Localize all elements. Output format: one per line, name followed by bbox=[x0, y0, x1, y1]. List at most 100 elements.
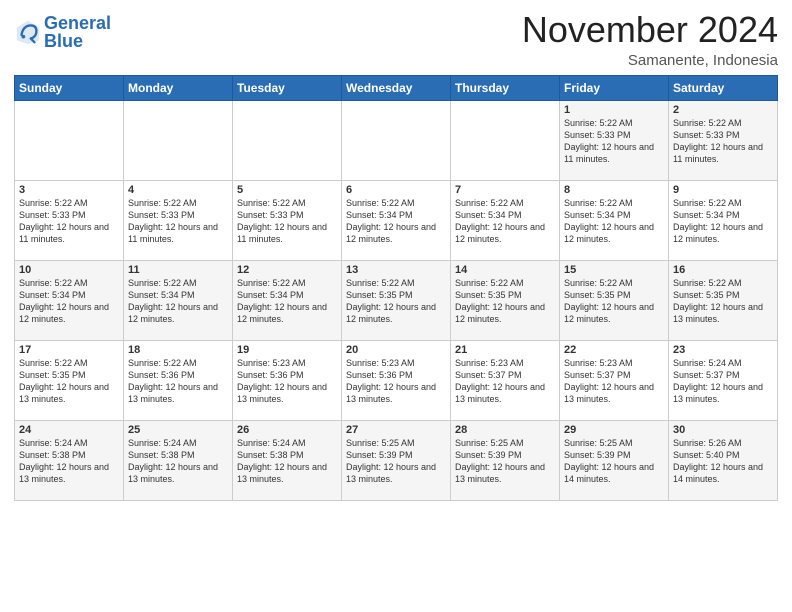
logo-icon bbox=[14, 18, 42, 46]
calendar-cell: 8Sunrise: 5:22 AM Sunset: 5:34 PM Daylig… bbox=[560, 180, 669, 260]
calendar-cell: 4Sunrise: 5:22 AM Sunset: 5:33 PM Daylig… bbox=[124, 180, 233, 260]
calendar-cell: 11Sunrise: 5:22 AM Sunset: 5:34 PM Dayli… bbox=[124, 260, 233, 340]
calendar-cell: 22Sunrise: 5:23 AM Sunset: 5:37 PM Dayli… bbox=[560, 340, 669, 420]
calendar-cell: 23Sunrise: 5:24 AM Sunset: 5:37 PM Dayli… bbox=[669, 340, 778, 420]
day-number: 1 bbox=[564, 104, 664, 116]
day-info: Sunrise: 5:22 AM Sunset: 5:35 PM Dayligh… bbox=[673, 277, 773, 326]
day-info: Sunrise: 5:22 AM Sunset: 5:33 PM Dayligh… bbox=[673, 117, 773, 166]
day-info: Sunrise: 5:24 AM Sunset: 5:37 PM Dayligh… bbox=[673, 357, 773, 406]
header-friday: Friday bbox=[560, 75, 669, 100]
calendar-cell: 12Sunrise: 5:22 AM Sunset: 5:34 PM Dayli… bbox=[233, 260, 342, 340]
calendar-week-0: 1Sunrise: 5:22 AM Sunset: 5:33 PM Daylig… bbox=[15, 100, 778, 180]
header-saturday: Saturday bbox=[669, 75, 778, 100]
day-number: 13 bbox=[346, 264, 446, 276]
calendar-cell: 13Sunrise: 5:22 AM Sunset: 5:35 PM Dayli… bbox=[342, 260, 451, 340]
calendar-cell bbox=[15, 100, 124, 180]
day-number: 4 bbox=[128, 184, 228, 196]
calendar-cell bbox=[124, 100, 233, 180]
header-sunday: Sunday bbox=[15, 75, 124, 100]
month-title: November 2024 bbox=[522, 10, 778, 50]
day-number: 8 bbox=[564, 184, 664, 196]
calendar-header-row: Sunday Monday Tuesday Wednesday Thursday… bbox=[15, 75, 778, 100]
calendar-cell: 18Sunrise: 5:22 AM Sunset: 5:36 PM Dayli… bbox=[124, 340, 233, 420]
calendar-cell bbox=[342, 100, 451, 180]
calendar: Sunday Monday Tuesday Wednesday Thursday… bbox=[14, 75, 778, 501]
day-number: 25 bbox=[128, 424, 228, 436]
day-info: Sunrise: 5:22 AM Sunset: 5:33 PM Dayligh… bbox=[237, 197, 337, 246]
day-number: 6 bbox=[346, 184, 446, 196]
title-block: November 2024 Samanente, Indonesia bbox=[522, 10, 778, 69]
day-number: 2 bbox=[673, 104, 773, 116]
calendar-cell: 28Sunrise: 5:25 AM Sunset: 5:39 PM Dayli… bbox=[451, 420, 560, 500]
header-wednesday: Wednesday bbox=[342, 75, 451, 100]
day-number: 10 bbox=[19, 264, 119, 276]
day-number: 11 bbox=[128, 264, 228, 276]
day-info: Sunrise: 5:22 AM Sunset: 5:33 PM Dayligh… bbox=[564, 117, 664, 166]
header-tuesday: Tuesday bbox=[233, 75, 342, 100]
header-monday: Monday bbox=[124, 75, 233, 100]
day-info: Sunrise: 5:22 AM Sunset: 5:35 PM Dayligh… bbox=[19, 357, 119, 406]
calendar-cell: 19Sunrise: 5:23 AM Sunset: 5:36 PM Dayli… bbox=[233, 340, 342, 420]
day-info: Sunrise: 5:23 AM Sunset: 5:36 PM Dayligh… bbox=[237, 357, 337, 406]
day-number: 26 bbox=[237, 424, 337, 436]
day-info: Sunrise: 5:22 AM Sunset: 5:34 PM Dayligh… bbox=[673, 197, 773, 246]
day-number: 22 bbox=[564, 344, 664, 356]
day-info: Sunrise: 5:25 AM Sunset: 5:39 PM Dayligh… bbox=[455, 437, 555, 486]
calendar-cell: 15Sunrise: 5:22 AM Sunset: 5:35 PM Dayli… bbox=[560, 260, 669, 340]
day-info: Sunrise: 5:24 AM Sunset: 5:38 PM Dayligh… bbox=[19, 437, 119, 486]
day-info: Sunrise: 5:22 AM Sunset: 5:33 PM Dayligh… bbox=[128, 197, 228, 246]
calendar-cell: 10Sunrise: 5:22 AM Sunset: 5:34 PM Dayli… bbox=[15, 260, 124, 340]
calendar-cell: 9Sunrise: 5:22 AM Sunset: 5:34 PM Daylig… bbox=[669, 180, 778, 260]
day-number: 21 bbox=[455, 344, 555, 356]
day-number: 16 bbox=[673, 264, 773, 276]
day-info: Sunrise: 5:26 AM Sunset: 5:40 PM Dayligh… bbox=[673, 437, 773, 486]
day-info: Sunrise: 5:22 AM Sunset: 5:34 PM Dayligh… bbox=[128, 277, 228, 326]
day-number: 7 bbox=[455, 184, 555, 196]
day-info: Sunrise: 5:23 AM Sunset: 5:36 PM Dayligh… bbox=[346, 357, 446, 406]
page: General Blue November 2024 Samanente, In… bbox=[0, 0, 792, 612]
day-number: 29 bbox=[564, 424, 664, 436]
day-number: 27 bbox=[346, 424, 446, 436]
day-info: Sunrise: 5:24 AM Sunset: 5:38 PM Dayligh… bbox=[128, 437, 228, 486]
calendar-cell bbox=[233, 100, 342, 180]
calendar-week-2: 10 Sunrise: 5:22 AM Sunset: 5:34 PM Dayli… bbox=[15, 260, 778, 340]
calendar-cell: 17Sunrise: 5:22 AM Sunset: 5:35 PM Dayli… bbox=[15, 340, 124, 420]
day-info: Sunrise: 5:22 AM Sunset: 5:35 PM Dayligh… bbox=[564, 277, 664, 326]
calendar-cell: 6Sunrise: 5:22 AM Sunset: 5:34 PM Daylig… bbox=[342, 180, 451, 260]
day-number: 15 bbox=[564, 264, 664, 276]
calendar-week-1: 3Sunrise: 5:22 AM Sunset: 5:33 PM Daylig… bbox=[15, 180, 778, 260]
calendar-week-4: 24Sunrise: 5:24 AM Sunset: 5:38 PM Dayli… bbox=[15, 420, 778, 500]
day-info: Sunrise: 5:25 AM Sunset: 5:39 PM Dayligh… bbox=[564, 437, 664, 486]
header-thursday: Thursday bbox=[451, 75, 560, 100]
day-info: Sunrise: 5:22 AM Sunset: 5:35 PM Dayligh… bbox=[455, 277, 555, 326]
day-number: 30 bbox=[673, 424, 773, 436]
calendar-cell: 5Sunrise: 5:22 AM Sunset: 5:33 PM Daylig… bbox=[233, 180, 342, 260]
day-info: Sunrise: 5:25 AM Sunset: 5:39 PM Dayligh… bbox=[346, 437, 446, 486]
day-number: 12 bbox=[237, 264, 337, 276]
calendar-cell: 25Sunrise: 5:24 AM Sunset: 5:38 PM Dayli… bbox=[124, 420, 233, 500]
calendar-cell: 24Sunrise: 5:24 AM Sunset: 5:38 PM Dayli… bbox=[15, 420, 124, 500]
day-info: Sunrise: 5:22 AM Sunset: 5:34 PM Dayligh… bbox=[346, 197, 446, 246]
day-info: Sunrise: 5:22 AM Sunset: 5:34 PM Dayligh… bbox=[455, 197, 555, 246]
calendar-cell: 26Sunrise: 5:24 AM Sunset: 5:38 PM Dayli… bbox=[233, 420, 342, 500]
day-number: 20 bbox=[346, 344, 446, 356]
day-number: 24 bbox=[19, 424, 119, 436]
calendar-cell: 2Sunrise: 5:22 AM Sunset: 5:33 PM Daylig… bbox=[669, 100, 778, 180]
calendar-cell: 29Sunrise: 5:25 AM Sunset: 5:39 PM Dayli… bbox=[560, 420, 669, 500]
day-number: 5 bbox=[237, 184, 337, 196]
calendar-cell: 21Sunrise: 5:23 AM Sunset: 5:37 PM Dayli… bbox=[451, 340, 560, 420]
day-number: 17 bbox=[19, 344, 119, 356]
calendar-cell: 30Sunrise: 5:26 AM Sunset: 5:40 PM Dayli… bbox=[669, 420, 778, 500]
location: Samanente, Indonesia bbox=[522, 52, 778, 69]
day-info: Sunrise: 5:22 AM Sunset: 5:35 PM Dayligh… bbox=[346, 277, 446, 326]
day-info: Sunrise: 5:22 AM Sunset: 5:34 PM Dayligh… bbox=[237, 277, 337, 326]
calendar-cell: 27Sunrise: 5:25 AM Sunset: 5:39 PM Dayli… bbox=[342, 420, 451, 500]
logo: General Blue bbox=[14, 14, 111, 50]
header: General Blue November 2024 Samanente, In… bbox=[14, 10, 778, 69]
day-info: Sunrise: 5:22 AM Sunset: 5:36 PM Dayligh… bbox=[128, 357, 228, 406]
day-info: Sunrise: 5:23 AM Sunset: 5:37 PM Dayligh… bbox=[455, 357, 555, 406]
logo-text2: Blue bbox=[44, 32, 111, 50]
calendar-cell bbox=[451, 100, 560, 180]
calendar-cell: 20Sunrise: 5:23 AM Sunset: 5:36 PM Dayli… bbox=[342, 340, 451, 420]
calendar-cell: 14Sunrise: 5:22 AM Sunset: 5:35 PM Dayli… bbox=[451, 260, 560, 340]
